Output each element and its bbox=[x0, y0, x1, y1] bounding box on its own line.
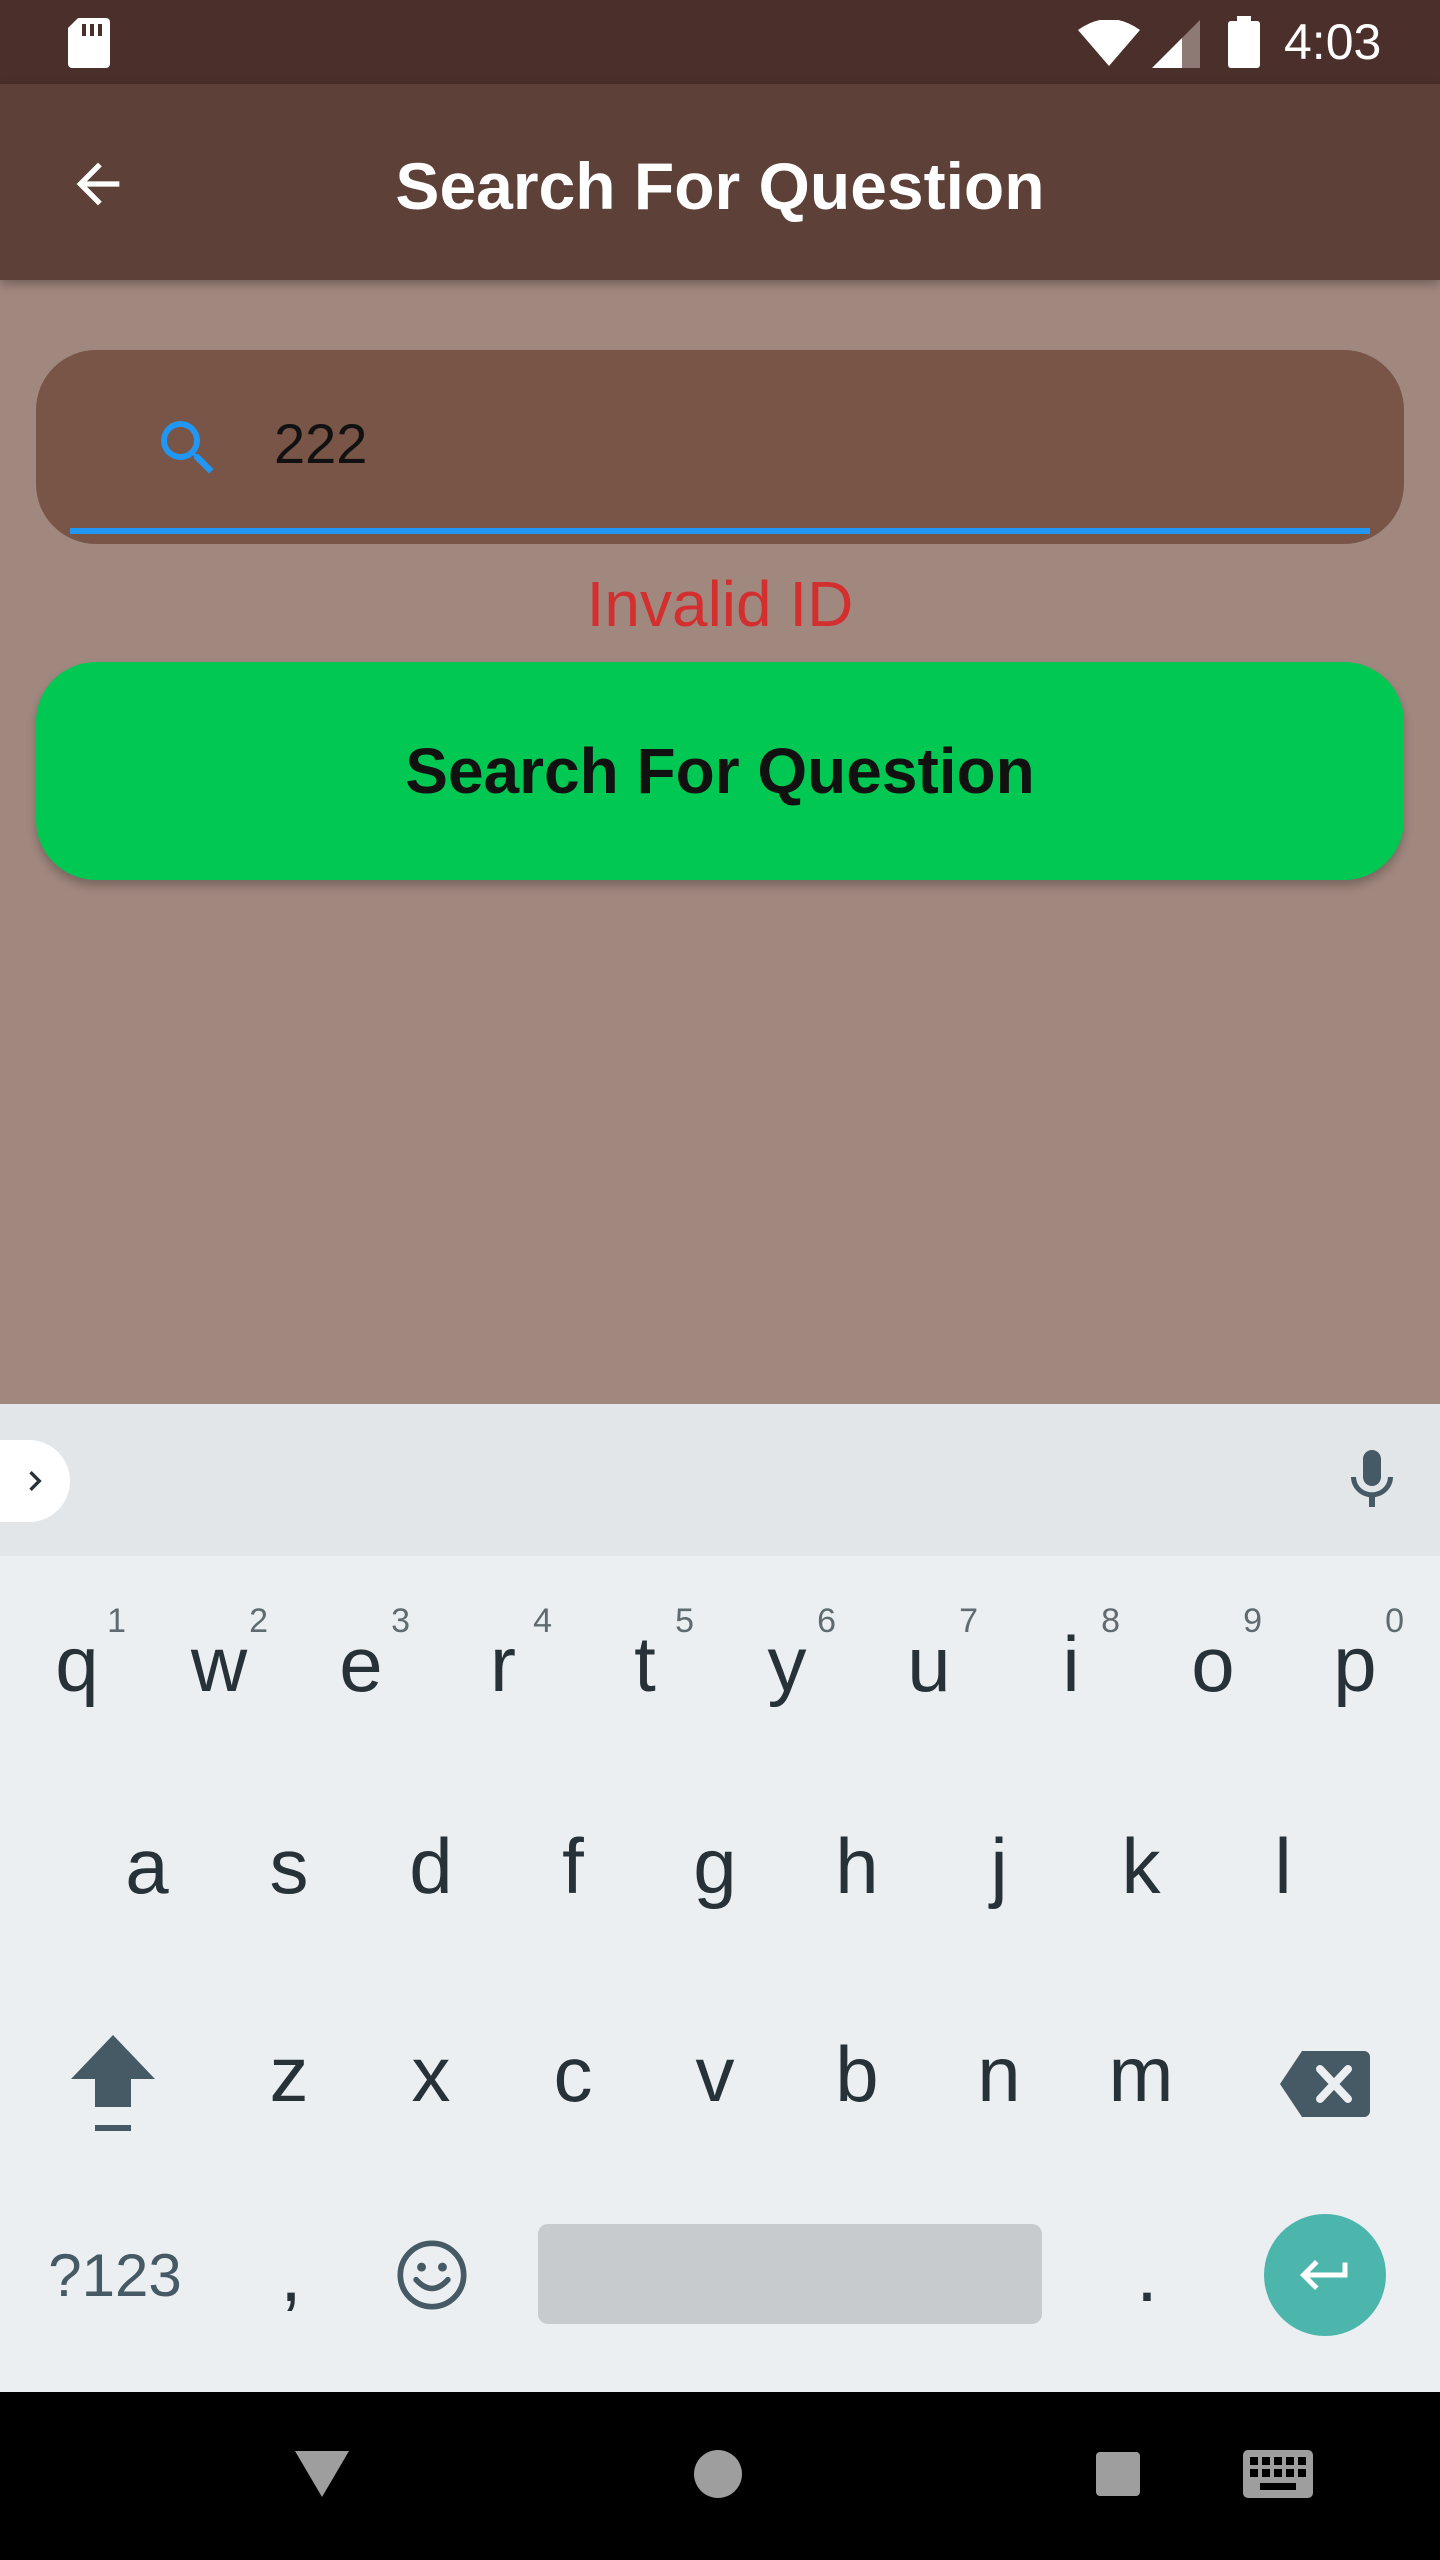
key-x[interactable]: x bbox=[360, 1994, 502, 2154]
shift-icon bbox=[71, 2035, 155, 2131]
keyboard-icon bbox=[1243, 2450, 1313, 2498]
enter-key[interactable] bbox=[1264, 2214, 1386, 2336]
nav-recents-button[interactable] bbox=[1076, 2432, 1160, 2516]
cell-signal-icon bbox=[1152, 20, 1200, 68]
comma-key[interactable]: , bbox=[220, 2204, 362, 2344]
shift-key[interactable] bbox=[40, 2004, 186, 2164]
emoji-icon bbox=[397, 2240, 467, 2310]
backspace-key[interactable] bbox=[1254, 2004, 1396, 2164]
symbols-key[interactable]: ?123 bbox=[30, 2214, 200, 2336]
key-l[interactable]: l bbox=[1212, 1786, 1354, 1946]
clock: 4:03 bbox=[1284, 14, 1382, 70]
key-k[interactable]: k bbox=[1070, 1786, 1212, 1946]
page-title: Search For Question bbox=[395, 149, 1045, 223]
key-u[interactable]: u7 bbox=[858, 1584, 1000, 1744]
search-underline bbox=[70, 528, 1370, 534]
key-j[interactable]: j bbox=[928, 1786, 1070, 1946]
key-d[interactable]: d bbox=[360, 1786, 502, 1946]
space-key[interactable] bbox=[538, 2224, 1042, 2324]
key-o[interactable]: o9 bbox=[1142, 1584, 1284, 1744]
key-z[interactable]: z bbox=[218, 1994, 360, 2154]
nav-back-triangle-icon bbox=[295, 2451, 349, 2497]
backspace-icon bbox=[1280, 2051, 1370, 2117]
microphone-icon bbox=[1351, 1450, 1393, 1507]
key-v[interactable]: v bbox=[644, 1994, 786, 2154]
key-e[interactable]: e3 bbox=[290, 1584, 432, 1744]
search-for-question-button[interactable]: Search For Question bbox=[36, 662, 1404, 880]
app-bar: Search For Question bbox=[0, 84, 1440, 280]
key-f[interactable]: f bbox=[502, 1786, 644, 1946]
error-message: Invalid ID bbox=[586, 568, 854, 640]
chevron-right-icon bbox=[29, 1471, 42, 1491]
wifi-icon bbox=[1078, 20, 1140, 66]
suggestion-bar bbox=[0, 1404, 1440, 1556]
key-y[interactable]: y6 bbox=[716, 1584, 858, 1744]
nav-back-button[interactable] bbox=[280, 2432, 364, 2516]
key-a[interactable]: a bbox=[76, 1786, 218, 1946]
expand-toolbar-button[interactable] bbox=[0, 1440, 70, 1522]
key-n[interactable]: n bbox=[928, 1994, 1070, 2154]
nav-home-circle-icon bbox=[694, 2450, 742, 2498]
key-t[interactable]: t5 bbox=[574, 1584, 716, 1744]
search-icon bbox=[161, 421, 214, 474]
key-i[interactable]: i8 bbox=[1000, 1584, 1142, 1744]
system-nav-bar bbox=[0, 2392, 1440, 2560]
search-field[interactable] bbox=[36, 350, 1404, 544]
soft-keyboard: q1 w2 e3 r4 t5 y6 u7 i8 o9 p0 a s d f g … bbox=[0, 1404, 1440, 2392]
enter-icon bbox=[1300, 2260, 1348, 2290]
key-g[interactable]: g bbox=[644, 1786, 786, 1946]
key-b[interactable]: b bbox=[786, 1994, 928, 2154]
key-p[interactable]: p0 bbox=[1284, 1584, 1426, 1744]
key-s[interactable]: s bbox=[218, 1786, 360, 1946]
period-key[interactable]: . bbox=[1076, 2204, 1218, 2344]
key-q[interactable]: q1 bbox=[6, 1584, 148, 1744]
nav-home-button[interactable] bbox=[676, 2432, 760, 2516]
search-input[interactable] bbox=[274, 402, 1354, 484]
search-button-label: Search For Question bbox=[405, 735, 1035, 807]
voice-input-button[interactable] bbox=[1336, 1444, 1408, 1516]
keyboard-switch-button[interactable] bbox=[1236, 2432, 1320, 2516]
battery-icon bbox=[1228, 16, 1260, 68]
sd-card-icon bbox=[68, 18, 110, 68]
emoji-key[interactable] bbox=[380, 2214, 484, 2336]
status-bar: 4:03 bbox=[0, 0, 1440, 84]
key-h[interactable]: h bbox=[786, 1786, 928, 1946]
key-m[interactable]: m bbox=[1070, 1994, 1212, 2154]
key-c[interactable]: c bbox=[502, 1994, 644, 2154]
nav-recents-square-icon bbox=[1096, 2452, 1140, 2496]
key-r[interactable]: r4 bbox=[432, 1584, 574, 1744]
key-w[interactable]: w2 bbox=[148, 1584, 290, 1744]
